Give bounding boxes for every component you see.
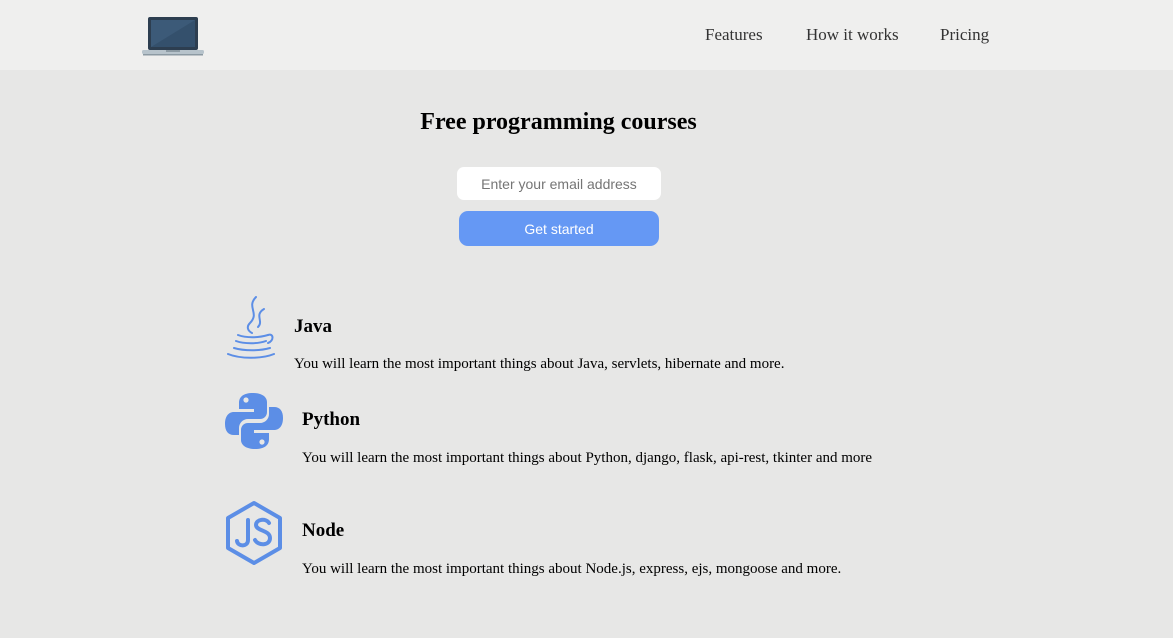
main-nav: Features How it works Pricing [0,0,1173,70]
hero-title: Free programming courses [420,109,697,135]
site-header: Features How it works Pricing [0,0,1173,70]
get-started-button[interactable]: Get started [459,211,659,246]
course-name-python: Python [302,409,361,430]
nav-link-features[interactable]: Features [705,25,763,45]
course-description-java: You will learn the most important things… [294,356,785,372]
python-icon [225,393,283,449]
course-description-node: You will learn the most important things… [302,561,842,577]
nav-link-pricing[interactable]: Pricing [940,25,989,45]
course-name-java: Java [294,316,332,337]
course-name-node: Node [302,520,345,541]
course-description-python: You will learn the most important things… [302,450,873,466]
email-input[interactable] [457,167,661,200]
java-icon [227,296,275,359]
nav-link-how-it-works[interactable]: How it works [806,25,899,45]
nodejs-icon [226,501,282,565]
